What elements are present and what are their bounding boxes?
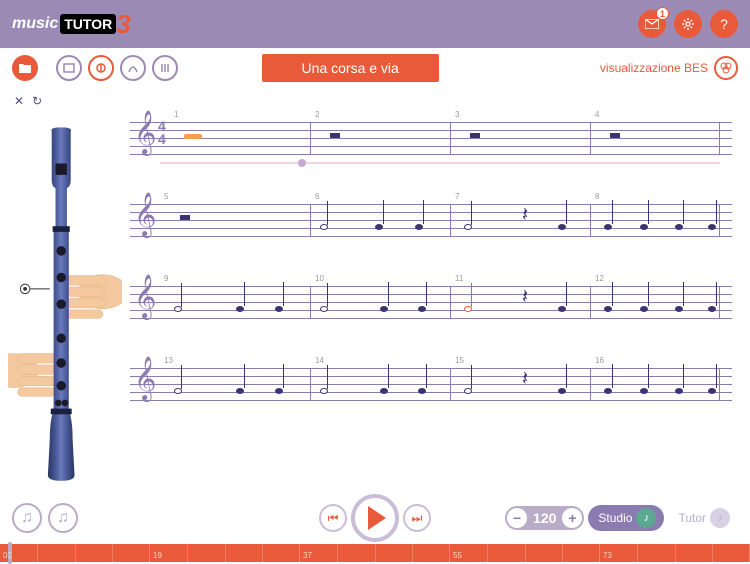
main-area: ✕ ↻ (0, 88, 750, 498)
undo-redo-group: ✕ ↻ (8, 92, 122, 110)
tempo-control: − 120 + (505, 506, 584, 530)
progress-handle[interactable] (298, 159, 306, 167)
bes-view-toggle[interactable]: visualizzazione BES (600, 56, 738, 80)
next-button[interactable]: ⏭ (403, 504, 431, 532)
instrument-2-button[interactable]: ♫ (48, 503, 78, 533)
recorder-illustration (8, 116, 122, 496)
undo-button[interactable]: ✕ (14, 94, 24, 108)
header-actions: 1 ? (638, 10, 738, 38)
timeline-label: 73 (603, 551, 612, 560)
measure-num: 11 (455, 274, 463, 283)
settings-button[interactable] (674, 10, 702, 38)
note-icon: ♪ (710, 508, 730, 528)
bes-icon (714, 56, 738, 80)
measure-num: 8 (595, 192, 599, 201)
staff-row-2: 𝄞 5 6 7 8 (130, 176, 732, 258)
note-icon: ♪ (636, 508, 656, 528)
tempo-minus-button[interactable]: − (507, 508, 527, 528)
logo-music-text: music (12, 15, 58, 33)
staff-row-1: 𝄞 44 1 2 3 4 (130, 94, 732, 176)
view-mode-1-button[interactable] (56, 55, 82, 81)
measure-num: 3 (455, 110, 459, 119)
instrument-1-button[interactable]: ♫ (12, 503, 42, 533)
measure-num: 5 (164, 192, 168, 201)
mail-badge: 1 (656, 7, 669, 20)
view-mode-3-button[interactable] (120, 55, 146, 81)
logo-tutor-text: TUTOR (60, 14, 116, 34)
open-folder-button[interactable] (12, 55, 38, 81)
tempo-plus-button[interactable]: + (562, 508, 582, 528)
studio-label: Studio (598, 511, 632, 525)
measure-num: 15 (455, 356, 464, 365)
measure-num: 13 (164, 356, 173, 365)
right-controls: − 120 + Studio ♪ Tutor ♪ (505, 505, 738, 531)
timeline-label: 37 (303, 551, 312, 560)
measure-num: 16 (595, 356, 604, 365)
transport-controls: ⏮ ⏭ (319, 494, 431, 542)
logo-version: 3 (116, 9, 130, 40)
tempo-value: 120 (529, 510, 560, 526)
measure-num: 2 (315, 110, 319, 119)
measure-num: 9 (164, 274, 168, 283)
measure-num: 6 (315, 192, 319, 201)
timeline[interactable]: 01 19 37 55 73 (0, 544, 750, 562)
play-icon (368, 506, 386, 530)
note-cursor (184, 134, 202, 139)
tutor-label: Tutor (678, 511, 706, 525)
tutor-mode-button[interactable]: Tutor ♪ (668, 505, 738, 531)
mail-button[interactable]: 1 (638, 10, 666, 38)
app-header: music TUTOR 3 1 ? (0, 0, 750, 48)
timeline-label: 19 (153, 551, 162, 560)
measure-num: 12 (595, 274, 604, 283)
redo-button[interactable]: ↻ (32, 94, 42, 108)
view-mode-4-button[interactable] (152, 55, 178, 81)
measure-num: 14 (315, 356, 324, 365)
instrument-panel: ✕ ↻ (0, 88, 130, 498)
instrument-buttons: ♫ ♫ (12, 503, 78, 533)
measure-num: 10 (315, 274, 324, 283)
staff-row-3: 𝄞 9 10 11 12 (130, 258, 732, 340)
timeline-label: 55 (453, 551, 462, 560)
playback-bar: ♫ ♫ ⏮ ⏭ − 120 + Studio ♪ Tutor ♪ (0, 492, 750, 544)
measure-num: 1 (174, 110, 178, 119)
timeline-label: 01 (3, 551, 12, 560)
bes-label: visualizzazione BES (600, 61, 708, 75)
prev-button[interactable]: ⏮ (319, 504, 347, 532)
score-view[interactable]: 𝄞 44 1 2 3 4 𝄞 5 6 7 8 (130, 88, 750, 498)
staff-row-4: 𝄞 13 14 15 16 (130, 340, 732, 422)
studio-mode-button[interactable]: Studio ♪ (588, 505, 664, 531)
play-button[interactable] (351, 494, 399, 542)
app-logo: music TUTOR 3 (12, 9, 131, 40)
progress-track[interactable] (160, 162, 720, 164)
help-button[interactable]: ? (710, 10, 738, 38)
measure-num: 4 (595, 110, 599, 119)
view-mode-2-button[interactable] (88, 55, 114, 81)
song-title: Una corsa e via (262, 54, 439, 82)
measure-num: 7 (455, 192, 459, 201)
toolbar: Una corsa e via visualizzazione BES (0, 48, 750, 88)
